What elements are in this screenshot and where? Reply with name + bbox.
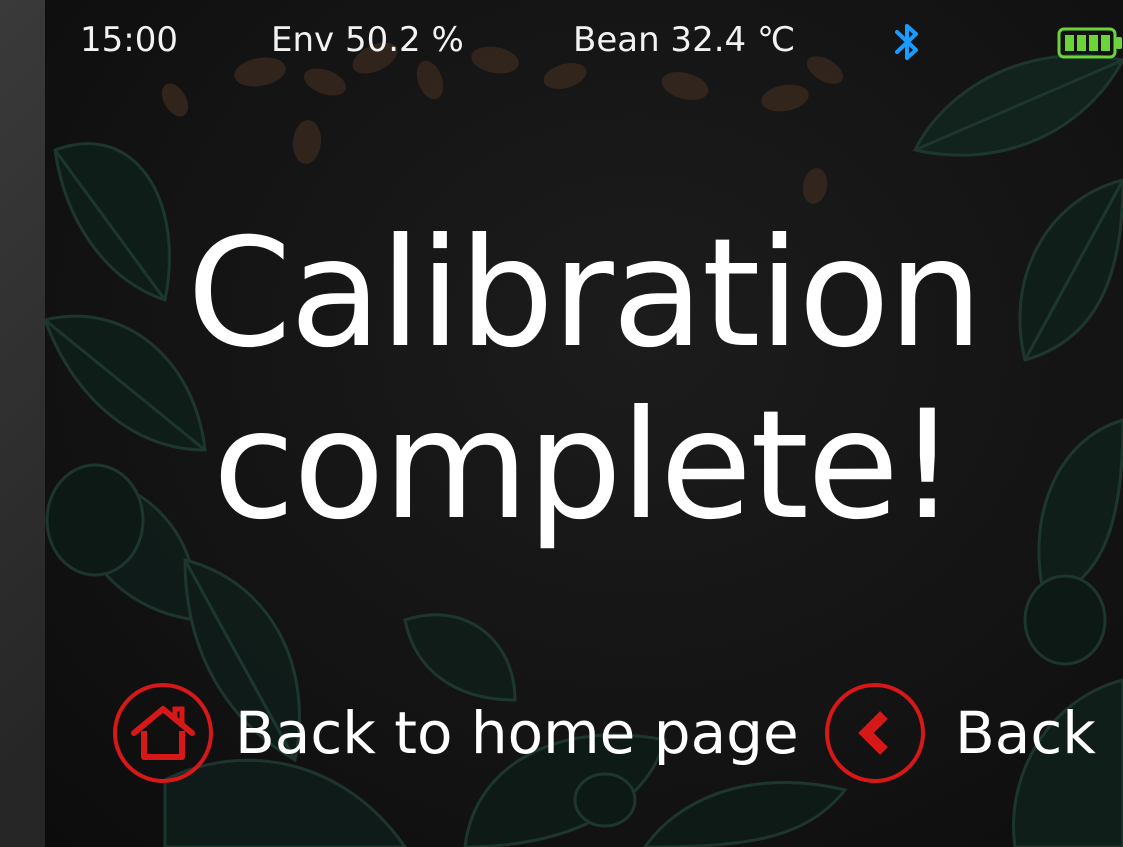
back-to-home-label: Back to home page xyxy=(235,699,799,767)
env-humidity-reading: Env 50.2 % xyxy=(271,20,464,60)
back-to-home-button[interactable]: Back to home page xyxy=(113,678,799,788)
device-bezel: 15:00 Env 50.2 % Bean 32.4 ℃ Calibration… xyxy=(0,0,1123,847)
back-button[interactable]: Back xyxy=(825,678,1096,788)
bluetooth-icon xyxy=(889,20,925,64)
chevron-left-icon xyxy=(825,683,925,783)
clock-time: 15:00 xyxy=(80,20,178,60)
home-icon xyxy=(113,683,213,783)
device-screen: 15:00 Env 50.2 % Bean 32.4 ℃ Calibration… xyxy=(45,0,1123,847)
message-line-1: Calibration xyxy=(186,207,983,381)
bean-temperature-reading: Bean 32.4 ℃ xyxy=(573,20,796,60)
calibration-complete-message: Calibration complete! xyxy=(45,208,1123,552)
status-bar: 15:00 Env 50.2 % Bean 32.4 ℃ xyxy=(45,14,1123,66)
message-line-2: complete! xyxy=(212,379,958,553)
battery-icon xyxy=(1057,24,1123,60)
back-label: Back xyxy=(955,699,1096,767)
